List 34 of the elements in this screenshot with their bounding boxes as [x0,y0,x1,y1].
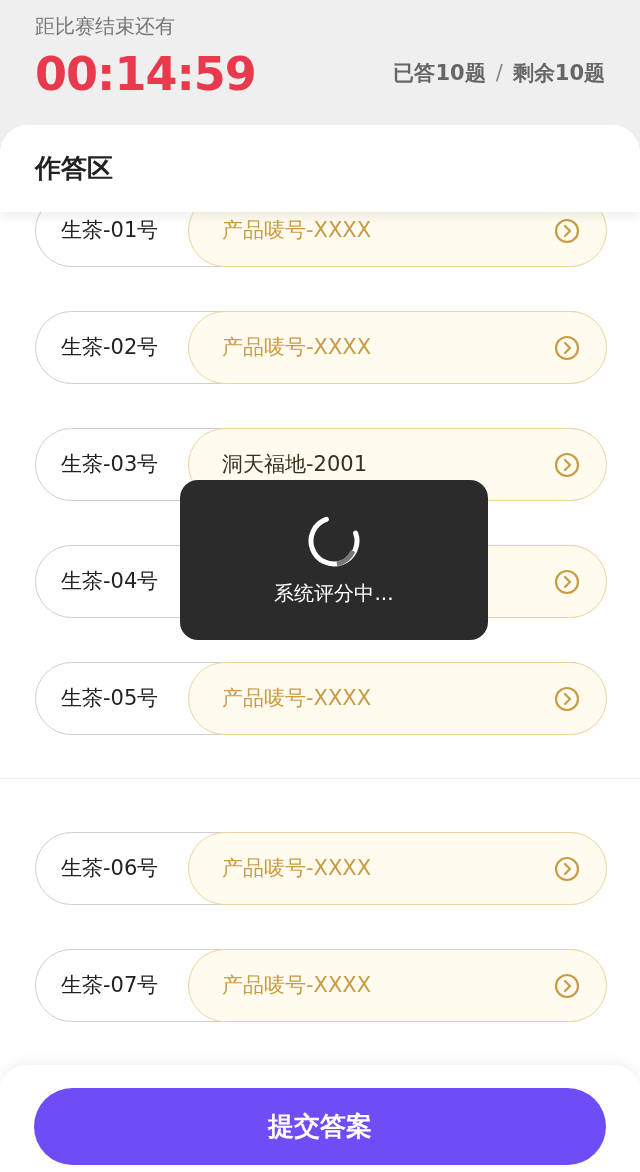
chevron-circle-icon [554,451,580,478]
separator-text: / [495,60,503,88]
answer-select-field[interactable]: 产品唛号-XXXX [188,311,607,384]
item-label: 生茶-03号 [61,450,160,478]
item-label: 生茶-06号 [61,854,160,882]
chevron-circle-icon [554,568,580,595]
answer-select-field[interactable]: 产品唛号-XXXX [188,662,607,735]
chevron-circle-icon [554,972,580,999]
answer-select-field[interactable]: 产品唛号-XXXX [188,212,607,267]
answer-text: 产品唛号-XXXX [222,854,372,882]
answer-select-field[interactable]: 产品唛号-XXXX [188,832,607,905]
chevron-circle-icon [554,334,580,361]
item-label: 生茶-02号 [61,333,160,361]
submit-button[interactable]: 提交答案 [34,1088,606,1165]
loading-spinner-icon [307,514,361,568]
item-label: 生茶-05号 [61,684,160,712]
section-title: 作答区 [35,152,113,185]
answer-text: 产品唛号-XXXX [222,971,372,999]
item-label: 生茶-01号 [61,216,160,244]
loading-message: 系统评分中... [274,580,394,607]
chevron-circle-icon [554,217,580,244]
remaining-count: 剩余10题 [512,60,605,88]
chevron-circle-icon [554,685,580,712]
answered-count: 已答10题 [393,60,486,88]
answer-text: 洞天福地-2001 [222,450,368,478]
item-label: 生茶-07号 [61,971,160,999]
chevron-circle-icon [554,855,580,882]
item-label: 生茶-04号 [61,567,160,595]
countdown-timer: 00:14:59 [35,46,256,102]
answer-select-field[interactable]: 产品唛号-XXXX [188,949,607,1022]
countdown-label: 距比赛结束还有 [35,13,175,40]
answer-text: 产品唛号-XXXX [222,684,372,712]
answer-text: 产品唛号-XXXX [222,333,372,361]
answer-text: 产品唛号-XXXX [222,216,372,244]
